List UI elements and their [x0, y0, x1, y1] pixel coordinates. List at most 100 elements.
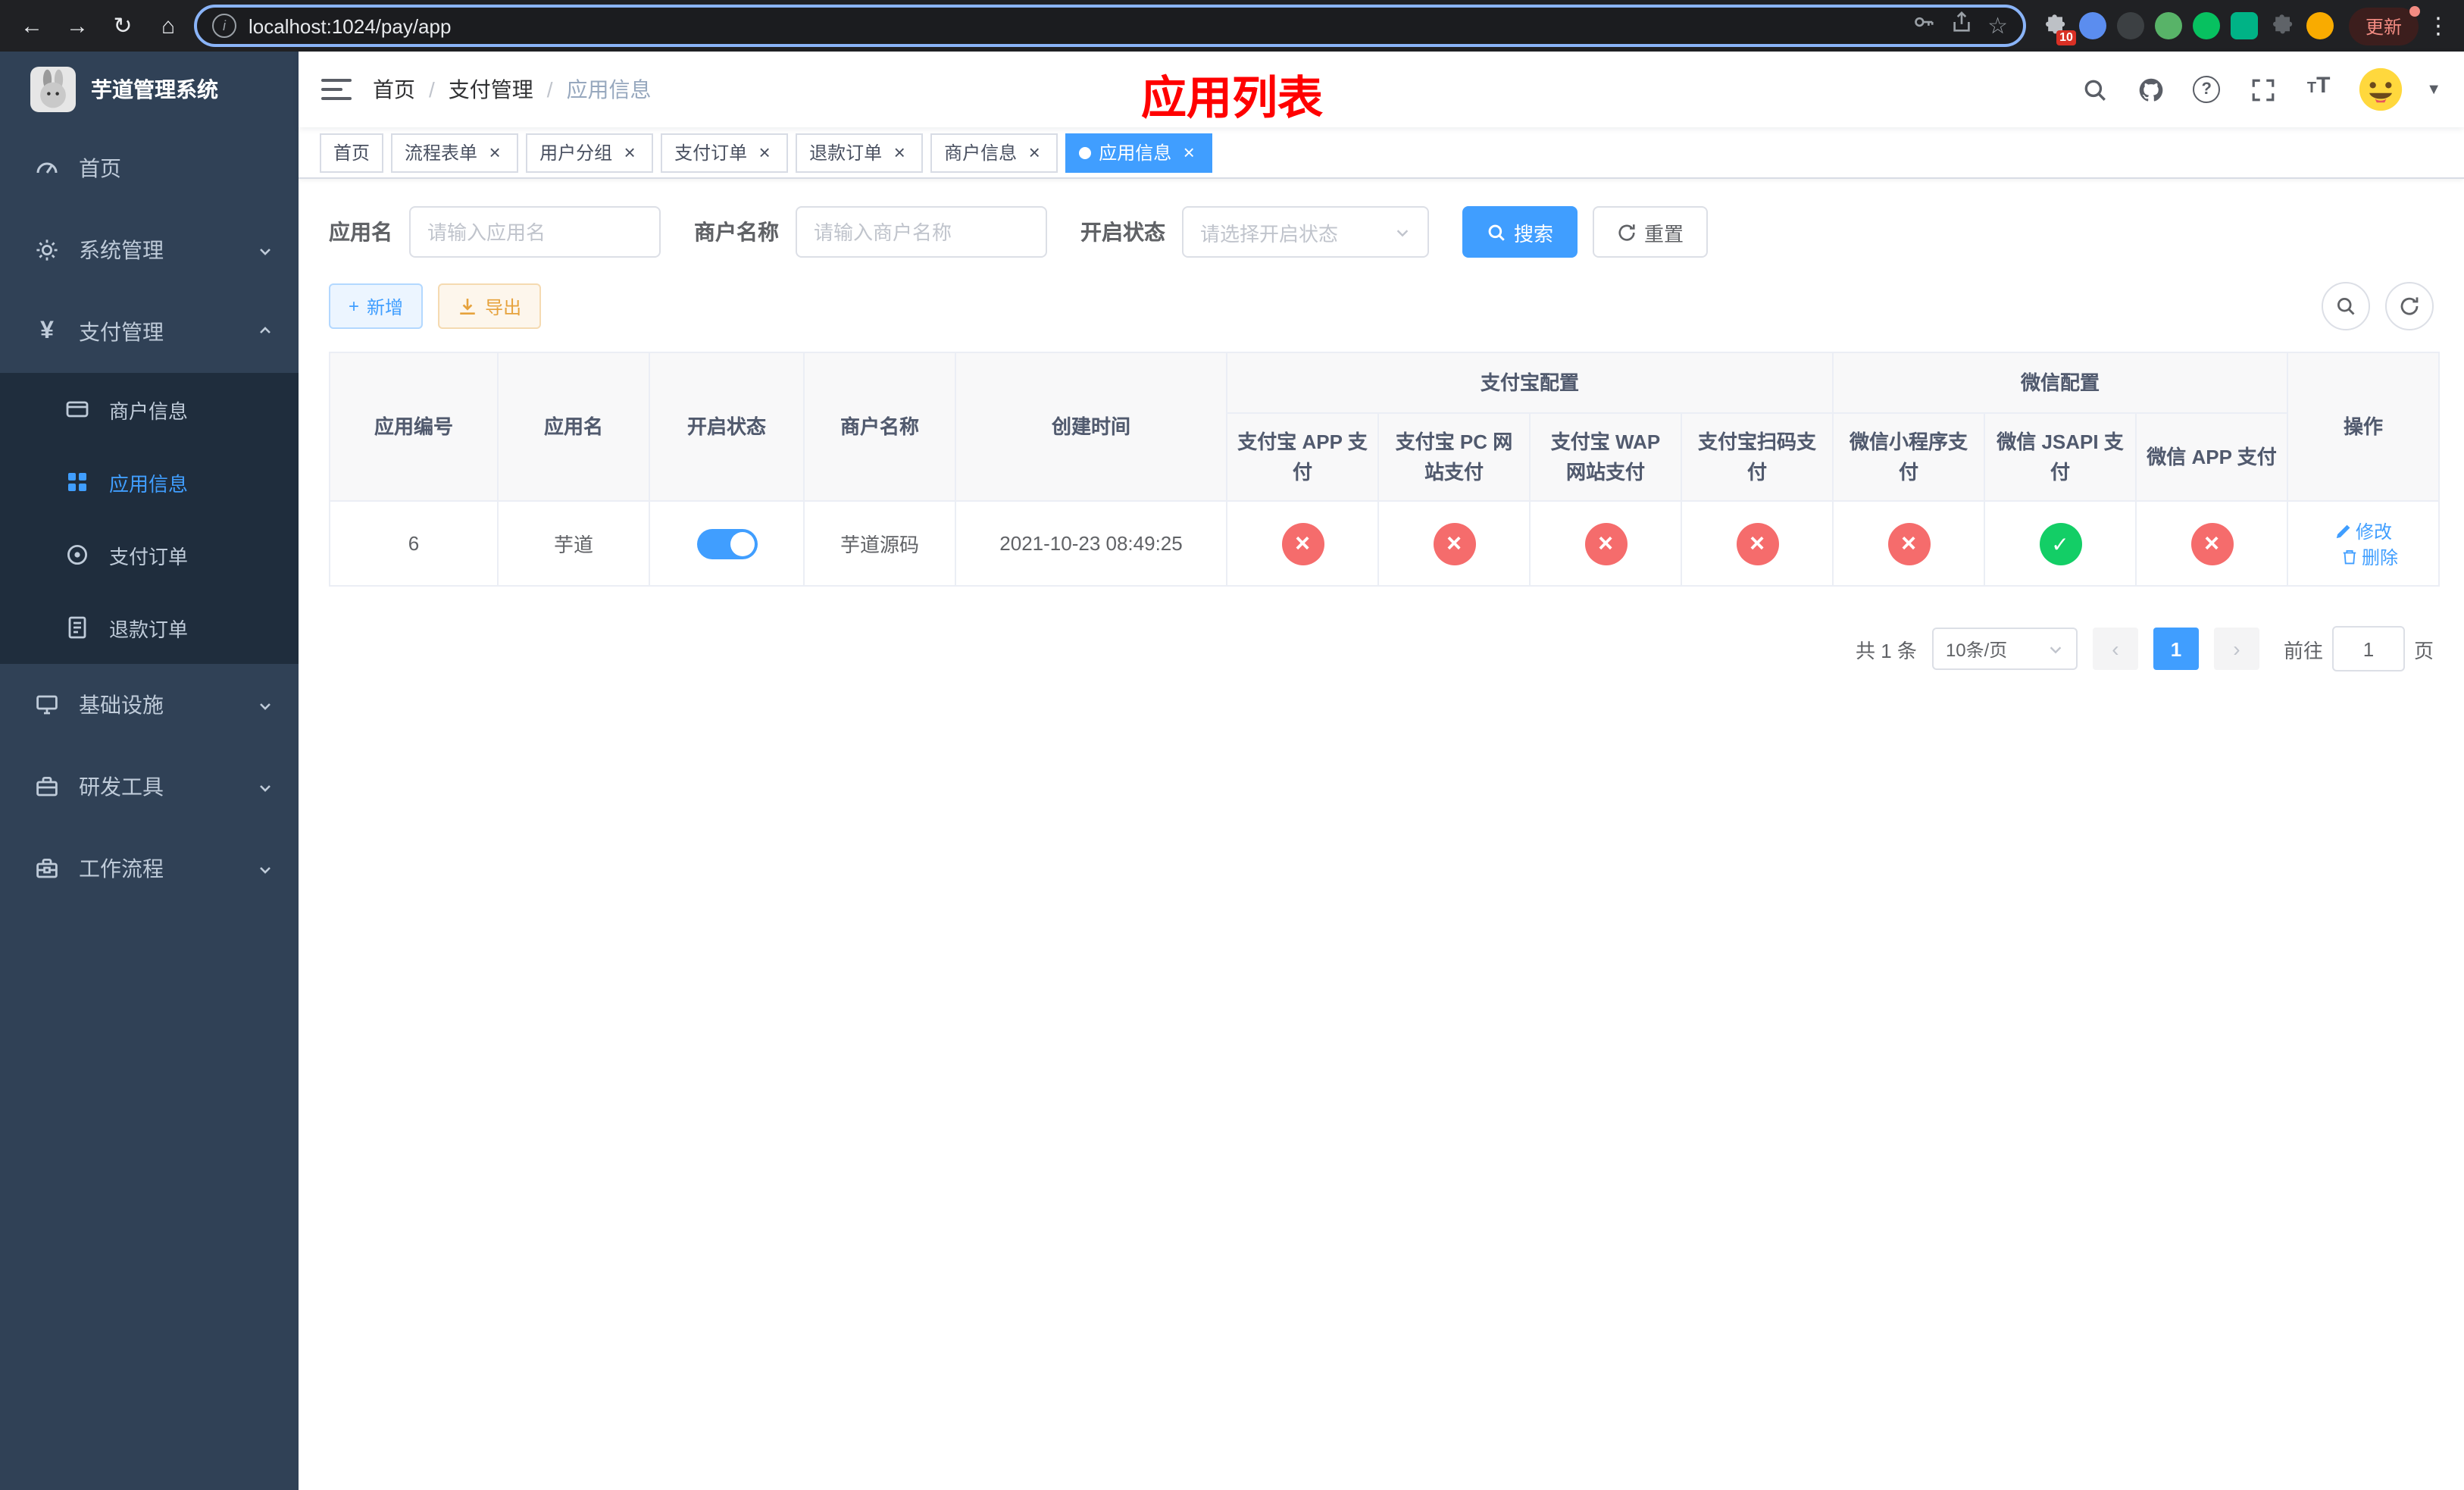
sidebar-item-label: 支付管理 [79, 320, 164, 344]
sidebar-toggle-button[interactable] [321, 77, 352, 102]
chevron-down-icon [256, 859, 274, 878]
extension-icon[interactable] [2269, 12, 2296, 39]
active-tab-dot [1079, 146, 1092, 158]
tab-label: 支付订单 [674, 142, 748, 164]
search-icon[interactable] [2078, 73, 2111, 106]
wechat-app-status-icon [2190, 522, 2234, 565]
bookmark-star-icon[interactable]: ☆ [1987, 14, 2008, 37]
pagination-next-button[interactable]: › [2213, 628, 2259, 670]
browser-home-button[interactable]: ⌂ [149, 6, 188, 45]
user-menu-caret-icon[interactable]: ▼ [2426, 81, 2441, 98]
order-icon [64, 541, 91, 568]
col-header-alipay-pc: 支付宝 PC 网站支付 [1377, 412, 1531, 502]
page-unit-label: 页 [2413, 639, 2434, 662]
tab-label: 首页 [333, 142, 371, 164]
extension-icon[interactable] [2306, 12, 2334, 39]
chevron-down-icon [256, 696, 274, 714]
status-select[interactable]: 请选择开启状态 [1182, 206, 1429, 258]
status-toggle[interactable] [696, 528, 757, 559]
sidebar-item-workflow[interactable]: 工作流程 [0, 828, 299, 909]
pagination-prev-button[interactable]: ‹ [2092, 628, 2138, 670]
cell-status [649, 500, 805, 587]
tab-refund-order[interactable]: 退款订单 × [796, 133, 924, 172]
page-size-value: 10条/页 [1945, 639, 2008, 660]
reset-button-label: 重置 [1644, 222, 1684, 245]
sidebar-item-pay-order[interactable]: 支付订单 [0, 518, 299, 591]
tab-user-group[interactable]: 用户分组 × [526, 133, 654, 172]
tab-pay-order[interactable]: 支付订单 × [661, 133, 789, 172]
extension-icon[interactable] [2116, 12, 2144, 39]
browser-back-button[interactable]: ← [12, 6, 52, 45]
extensions-menu-icon[interactable]: 10 [2041, 12, 2076, 45]
merchant-name-input[interactable] [796, 206, 1047, 258]
sidebar-item-merchant-info[interactable]: 商户信息 [0, 373, 299, 446]
close-icon[interactable]: × [755, 142, 774, 162]
col-header-alipay-wap: 支付宝 WAP 网站支付 [1529, 412, 1682, 502]
tab-home[interactable]: 首页 [320, 133, 384, 172]
close-icon[interactable]: × [620, 142, 639, 162]
col-header-merchant: 商户名称 [803, 352, 956, 502]
share-icon[interactable] [1950, 11, 1972, 41]
browser-forward-button[interactable]: → [58, 6, 97, 45]
tab-merchant-info[interactable]: 商户信息 × [930, 133, 1058, 172]
app-name-input[interactable] [409, 206, 661, 258]
user-avatar[interactable] [2358, 67, 2403, 112]
sidebar-item-refund-order[interactable]: 退款订单 [0, 591, 299, 664]
sidebar-item-infrastructure[interactable]: 基础设施 [0, 664, 299, 746]
github-icon[interactable] [2134, 73, 2167, 106]
browser-menu-icon[interactable]: ⋮ [2425, 12, 2452, 39]
tools-icon [33, 773, 61, 800]
close-icon[interactable]: × [1179, 142, 1199, 162]
sidebar-item-payment[interactable]: ¥ 支付管理 [0, 291, 299, 373]
extension-icon[interactable] [2078, 12, 2106, 39]
browser-refresh-button[interactable]: ↻ [103, 6, 142, 45]
add-button[interactable]: + 新增 [329, 283, 424, 329]
tab-process-form[interactable]: 流程表单 × [391, 133, 519, 172]
cell-app-id: 6 [329, 500, 499, 587]
sidebar-item-dev-tools[interactable]: 研发工具 [0, 746, 299, 828]
sidebar-item-label: 支付订单 [109, 545, 189, 568]
extension-icon[interactable] [2154, 12, 2182, 39]
breadcrumb-payment[interactable]: 支付管理 [449, 74, 533, 105]
page-size-select[interactable]: 10条/页 [1931, 628, 2078, 670]
export-button[interactable]: 导出 [438, 283, 542, 329]
fullscreen-icon[interactable] [2246, 73, 2279, 106]
breadcrumb-home[interactable]: 首页 [373, 74, 415, 105]
edit-link[interactable]: 修改 [2334, 518, 2392, 543]
status-select-placeholder: 请选择开启状态 [1200, 222, 1339, 245]
close-icon[interactable]: × [485, 142, 505, 162]
password-key-icon[interactable] [1912, 11, 1934, 41]
close-icon[interactable]: × [1024, 142, 1044, 162]
sidebar-item-label: 系统管理 [79, 238, 164, 262]
browser-update-button[interactable]: 更新 [2348, 5, 2420, 45]
goto-page-input[interactable] [2331, 626, 2405, 671]
delete-link[interactable]: 删除 [2340, 543, 2398, 569]
chevron-down-icon [2047, 640, 2064, 657]
breadcrumb: 首页 / 支付管理 / 应用信息 [373, 74, 652, 105]
sidebar-item-system[interactable]: 系统管理 [0, 209, 299, 291]
refresh-table-button[interactable] [2385, 282, 2434, 330]
sidebar-item-home[interactable]: 首页 [0, 127, 299, 209]
page-content: 应用名 商户名称 开启状态 请选择开启状态 [299, 179, 2464, 1490]
site-info-icon[interactable]: i [212, 14, 236, 38]
pagination: 共 1 条 10条/页 ‹ 1 › 前往 页 [329, 626, 2434, 671]
tab-app-info[interactable]: 应用信息 × [1065, 133, 1213, 172]
alipay-qr-status-icon [1736, 522, 1778, 565]
add-button-label: 新增 [367, 296, 404, 318]
dashboard-icon [33, 155, 61, 182]
toggle-search-button[interactable] [2322, 282, 2370, 330]
address-bar[interactable]: i localhost:1024/pay/app ☆ [194, 5, 2026, 47]
sidebar-item-app-info[interactable]: 应用信息 [0, 446, 299, 518]
extension-icon[interactable] [2192, 12, 2220, 39]
app-logo [30, 67, 76, 112]
search-button[interactable]: 搜索 [1462, 206, 1578, 258]
reset-button[interactable]: 重置 [1593, 206, 1709, 258]
tab-label: 退款订单 [809, 142, 883, 164]
font-size-icon[interactable]: TT [2302, 73, 2335, 106]
chevron-up-icon [256, 323, 274, 341]
close-icon[interactable]: × [890, 142, 909, 162]
pagination-page-1[interactable]: 1 [2153, 628, 2199, 670]
col-header-status: 开启状态 [649, 352, 805, 502]
help-icon[interactable]: ? [2190, 73, 2223, 106]
extension-icon[interactable] [2230, 12, 2258, 39]
